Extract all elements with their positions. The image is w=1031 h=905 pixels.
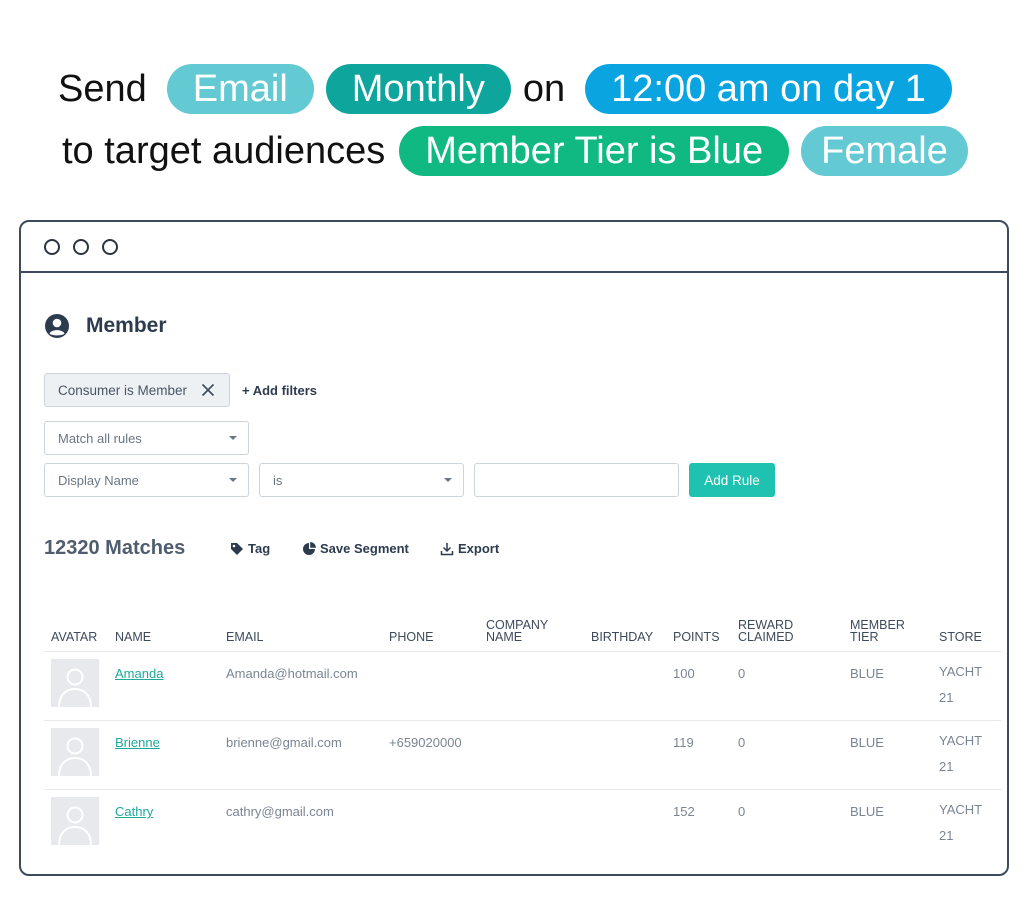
tag-icon	[231, 542, 243, 555]
member-store-line2: 21	[939, 759, 954, 774]
col-store: STORE	[939, 630, 982, 644]
table-row[interactable]: Cathry cathry@gmail.com 152 0 BLUE YACHT…	[44, 790, 1001, 859]
member-points: 152	[673, 804, 695, 819]
avatar-placeholder-icon	[58, 737, 92, 776]
close-icon[interactable]	[199, 381, 217, 399]
avatar	[51, 797, 99, 845]
field-select-value: Display Name	[58, 472, 139, 488]
member-tier: BLUE	[850, 804, 884, 819]
member-name-link[interactable]: Cathry	[115, 804, 153, 819]
col-avatar: AVATAR	[51, 630, 98, 644]
col-points: POINTS	[673, 630, 720, 644]
member-reward: 0	[738, 735, 746, 750]
member-email: cathry@gmail.com	[226, 804, 334, 819]
page-header: Member	[44, 313, 167, 339]
sentence-line-2: to target audiences Member Tier is Blue …	[62, 125, 968, 177]
member-store-line2: 21	[939, 828, 954, 843]
caret-down-icon	[229, 478, 237, 482]
match-rules-select[interactable]: Match all rules	[44, 421, 249, 455]
table-row[interactable]: Amanda Amanda@hotmail.com 100 0 BLUE YAC…	[44, 652, 1001, 721]
col-email: EMAIL	[226, 630, 264, 644]
col-name: NAME	[115, 630, 152, 644]
member-store-line1: YACHT	[939, 733, 983, 748]
col-company-line2: NAME	[486, 630, 523, 644]
members-table: AVATAR NAME EMAIL PHONE COMPANY NAME BIR…	[44, 614, 1001, 859]
save-segment-button[interactable]: Save Segment	[302, 541, 409, 556]
member-store-line2: 21	[939, 690, 954, 705]
window-titlebar	[21, 222, 1007, 273]
add-filters-link[interactable]: + Add filters	[242, 383, 317, 398]
member-email: brienne@gmail.com	[226, 735, 342, 750]
export-label: Export	[458, 541, 500, 556]
page-title: Member	[86, 314, 167, 337]
tag-button[interactable]: Tag	[230, 541, 270, 556]
window-close-dot[interactable]	[44, 238, 60, 255]
member-store: YACHT 21	[939, 659, 989, 711]
avatar	[51, 728, 99, 776]
col-member-tier: MEMBER TIER	[850, 619, 905, 644]
member-points: 100	[673, 666, 695, 681]
avatar	[51, 659, 99, 707]
frequency-pill[interactable]: Monthly	[325, 64, 511, 114]
sentence-word-send: Send	[58, 67, 147, 110]
member-phone: +659020000	[389, 735, 462, 750]
filter-chip-label: Consumer is Member	[58, 382, 188, 398]
col-phone: PHONE	[389, 630, 434, 644]
member-name-link[interactable]: Amanda	[115, 666, 163, 681]
add-rule-button[interactable]: Add Rule	[689, 463, 775, 497]
member-store-line1: YACHT	[939, 802, 983, 817]
download-icon	[440, 542, 454, 555]
col-company-name: COMPANY NAME	[486, 619, 548, 644]
member-store: YACHT 21	[939, 797, 989, 849]
member-reward: 0	[738, 804, 746, 819]
sentence-word-on: on	[522, 67, 566, 110]
schedule-pill[interactable]: 12:00 am on day 1	[585, 64, 952, 114]
operator-select-value: is	[273, 472, 283, 488]
member-name-link[interactable]: Brienne	[115, 735, 160, 750]
avatar-placeholder-icon	[58, 668, 92, 707]
member-store-line1: YACHT	[939, 664, 983, 679]
window-maximize-dot[interactable]	[102, 238, 118, 255]
user-circle-icon	[45, 314, 69, 338]
audience-pill-gender[interactable]: Female	[801, 126, 968, 176]
audience-pill-tier[interactable]: Member Tier is Blue	[399, 126, 790, 176]
member-tier: BLUE	[850, 735, 884, 750]
filter-chip[interactable]: Consumer is Member	[44, 373, 230, 407]
matches-count: 12320 Matches	[44, 537, 186, 559]
channel-pill[interactable]: Email	[166, 64, 314, 114]
field-select[interactable]: Display Name	[44, 463, 249, 497]
member-store: YACHT 21	[939, 728, 989, 780]
member-points: 119	[673, 735, 694, 750]
match-rules-value: Match all rules	[58, 430, 142, 446]
table-row[interactable]: Brienne brienne@gmail.com +659020000 119…	[44, 721, 1001, 790]
table-header: AVATAR NAME EMAIL PHONE COMPANY NAME BIR…	[44, 614, 1001, 652]
col-tier-line2: TIER	[850, 630, 879, 644]
pie-chart-icon	[303, 541, 316, 555]
export-button[interactable]: Export	[440, 541, 499, 556]
col-birthday: BIRTHDAY	[591, 630, 654, 644]
caret-down-icon	[229, 436, 237, 440]
col-reward-claimed: REWARD CLAIMED	[738, 619, 794, 644]
col-reward-line2: CLAIMED	[738, 630, 794, 644]
tag-label: Tag	[248, 541, 271, 556]
caret-down-icon	[444, 478, 452, 482]
member-tier: BLUE	[850, 666, 884, 681]
window-content: Member Consumer is Member + Add filters …	[21, 273, 1007, 874]
app-window: Member Consumer is Member + Add filters …	[19, 220, 1009, 876]
operator-select[interactable]: is	[259, 463, 464, 497]
save-segment-label: Save Segment	[320, 541, 409, 556]
window-minimize-dot[interactable]	[73, 238, 89, 255]
member-email: Amanda@hotmail.com	[226, 666, 358, 681]
sentence-word-target: to target audiences	[62, 129, 386, 172]
rule-value-input[interactable]	[474, 463, 679, 497]
member-reward: 0	[738, 666, 746, 681]
sentence-line-1: Send Email Monthly on 12:00 am on day 1	[58, 63, 952, 115]
avatar-placeholder-icon	[58, 806, 92, 845]
